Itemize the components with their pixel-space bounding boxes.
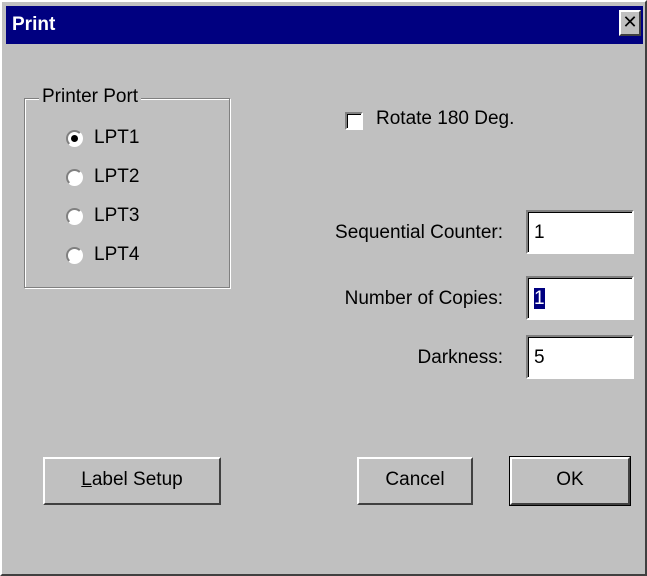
- radio-button-icon[interactable]: [66, 169, 83, 186]
- darkness-label: Darkness:: [417, 347, 503, 368]
- radio-lpt4-label: LPT4: [94, 244, 140, 265]
- close-icon: ✕: [622, 12, 638, 32]
- window-title: Print: [12, 14, 56, 35]
- number-of-copies-value: 1: [534, 288, 545, 309]
- ok-button[interactable]: OK: [509, 456, 631, 506]
- cancel-button[interactable]: Cancel: [357, 457, 473, 505]
- darkness-input[interactable]: 5: [526, 335, 634, 379]
- radio-button-icon[interactable]: [66, 130, 83, 147]
- number-of-copies-label: Number of Copies:: [344, 288, 503, 309]
- radio-button-icon[interactable]: [66, 208, 83, 225]
- printer-port-legend: Printer Port: [39, 86, 142, 108]
- radio-lpt2-label: LPT2: [94, 166, 140, 187]
- radio-lpt1-label: LPT1: [94, 127, 140, 148]
- radio-lpt3-label: LPT3: [94, 205, 140, 226]
- print-dialog: Print ✕ Printer Port LPT1 LPT2 LPT3 LPT4…: [0, 0, 647, 576]
- number-of-copies-input[interactable]: 1: [526, 276, 634, 320]
- rotate-label[interactable]: Rotate 180 Deg.: [376, 108, 514, 130]
- label-setup-button[interactable]: Label Setup: [43, 457, 221, 505]
- darkness-value: 5: [534, 347, 545, 368]
- radio-button-icon[interactable]: [66, 247, 83, 264]
- sequential-counter-label: Sequential Counter:: [335, 222, 503, 243]
- sequential-counter-value: 1: [534, 222, 545, 243]
- title-bar: Print ✕: [6, 6, 643, 44]
- close-button[interactable]: ✕: [619, 10, 641, 36]
- rotate-checkbox[interactable]: [345, 112, 363, 130]
- sequential-counter-input[interactable]: 1: [526, 210, 634, 254]
